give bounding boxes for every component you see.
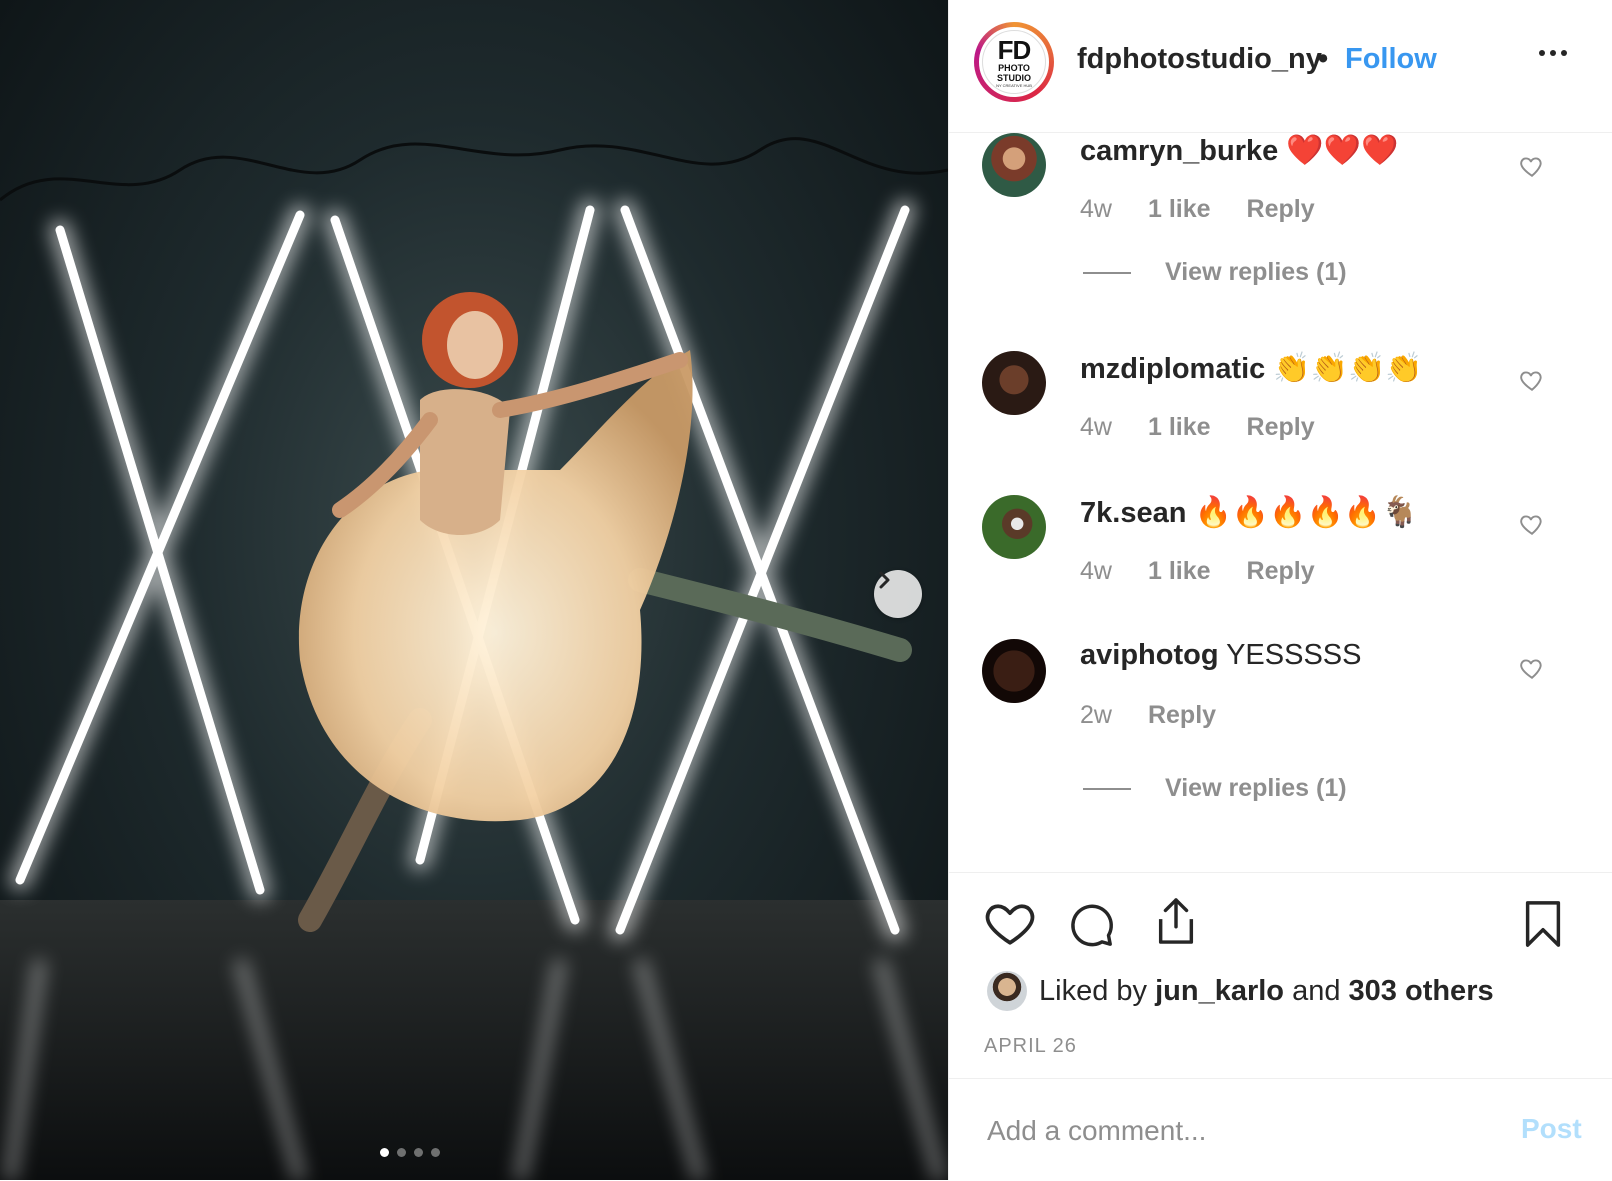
view-replies-button[interactable]: View replies (1) bbox=[1083, 258, 1347, 287]
post-side-panel: FD PHOTO STUDIO NY CREATIVE HUB fdphotos… bbox=[948, 0, 1612, 1180]
share-icon[interactable] bbox=[1153, 895, 1199, 947]
comment-username[interactable]: 7k.sean bbox=[1080, 497, 1186, 529]
heart-icon[interactable] bbox=[985, 901, 1035, 947]
post-date[interactable]: APRIL 26 bbox=[984, 1035, 1077, 1058]
dancer-photo-illustration bbox=[0, 137, 948, 1180]
replies-line bbox=[1083, 271, 1131, 274]
chevron-right-icon bbox=[879, 571, 890, 589]
comment-icon[interactable] bbox=[1069, 901, 1115, 949]
comment-time: 2w bbox=[1080, 701, 1112, 729]
reply-button[interactable]: Reply bbox=[1247, 195, 1315, 224]
comment-meta: 4w 1 like Reply bbox=[1080, 413, 1315, 442]
post-photo[interactable] bbox=[0, 0, 948, 1180]
carousel-dot bbox=[397, 1148, 406, 1157]
comment-meta: 2w Reply bbox=[1080, 701, 1216, 730]
view-replies-label: View replies (1) bbox=[1165, 774, 1347, 802]
carousel-dot bbox=[431, 1148, 440, 1157]
comments-list[interactable]: camryn_burke ❤️❤️❤️ 4w 1 like Reply View… bbox=[949, 133, 1612, 871]
heart-icon[interactable] bbox=[1519, 367, 1545, 393]
carousel-dot bbox=[380, 1148, 389, 1157]
reply-button[interactable]: Reply bbox=[1148, 701, 1216, 730]
heart-icon[interactable] bbox=[1519, 655, 1545, 681]
comment-likes[interactable]: 1 like bbox=[1148, 413, 1211, 442]
likes-summary: Liked by jun_karlo and 303 others bbox=[987, 971, 1494, 1011]
avatar-ring: FD PHOTO STUDIO NY CREATIVE HUB bbox=[979, 27, 1049, 97]
comment-body: YESSSSS bbox=[1226, 639, 1362, 671]
post-actions: Liked by jun_karlo and 303 others APRIL … bbox=[949, 872, 1612, 1083]
comment-username[interactable]: camryn_burke bbox=[1080, 135, 1278, 167]
carousel-dot bbox=[414, 1148, 423, 1157]
bookmark-icon[interactable] bbox=[1523, 899, 1563, 949]
comment-likes[interactable]: 1 like bbox=[1148, 557, 1211, 586]
commenter-avatar[interactable] bbox=[982, 133, 1046, 197]
comment-likes[interactable]: 1 like bbox=[1148, 195, 1211, 224]
add-comment-bar: Post bbox=[949, 1078, 1612, 1181]
account-username[interactable]: fdphotostudio_ny bbox=[1077, 43, 1322, 76]
heart-icon[interactable] bbox=[1519, 153, 1545, 179]
commenter-avatar[interactable] bbox=[982, 639, 1046, 703]
comment-emoji: 👏👏👏👏 bbox=[1273, 352, 1423, 385]
account-avatar[interactable]: FD PHOTO STUDIO NY CREATIVE HUB bbox=[974, 22, 1054, 102]
more-options-button[interactable] bbox=[1539, 50, 1567, 56]
commenter-avatar[interactable] bbox=[982, 351, 1046, 415]
carousel-dots bbox=[380, 1148, 440, 1157]
post-header: FD PHOTO STUDIO NY CREATIVE HUB fdphotos… bbox=[949, 0, 1612, 133]
header-separator: • bbox=[1318, 43, 1329, 75]
comment-username[interactable]: mzdiplomatic bbox=[1080, 353, 1265, 385]
comment-text: camryn_burke ❤️❤️❤️ bbox=[1080, 133, 1398, 168]
likes-others[interactable]: 303 others bbox=[1349, 975, 1494, 1008]
logo-line2: STUDIO bbox=[996, 72, 1031, 83]
view-replies-label: View replies (1) bbox=[1165, 258, 1347, 286]
comment-time: 4w bbox=[1080, 195, 1112, 223]
commenter-avatar[interactable] bbox=[982, 495, 1046, 559]
heart-icon[interactable] bbox=[1519, 511, 1545, 537]
reply-button[interactable]: Reply bbox=[1247, 557, 1315, 586]
comment-input[interactable] bbox=[987, 1109, 1487, 1153]
replies-line bbox=[1083, 787, 1131, 790]
comment-emoji: ❤️❤️❤️ bbox=[1286, 134, 1399, 167]
comment-text: 7k.sean 🔥🔥🔥🔥🔥🐐 bbox=[1080, 495, 1419, 530]
more-icon bbox=[1539, 50, 1545, 56]
reply-button[interactable]: Reply bbox=[1247, 413, 1315, 442]
next-photo-button[interactable] bbox=[874, 570, 922, 618]
liked-by-and: and bbox=[1292, 974, 1341, 1007]
logo-tagline: NY CREATIVE HUB bbox=[996, 82, 1032, 88]
comment-meta: 4w 1 like Reply bbox=[1080, 557, 1315, 586]
comment-emoji: 🔥🔥🔥🔥🔥🐐 bbox=[1194, 496, 1419, 529]
liked-by-prefix: Liked by bbox=[1039, 974, 1148, 1007]
comment-meta: 4w 1 like Reply bbox=[1080, 195, 1315, 224]
liker-username[interactable]: jun_karlo bbox=[1155, 975, 1284, 1008]
post-comment-button[interactable]: Post bbox=[1521, 1113, 1582, 1145]
follow-button[interactable]: Follow bbox=[1345, 43, 1437, 76]
more-icon-dot bbox=[1561, 50, 1567, 56]
view-replies-button[interactable]: View replies (1) bbox=[1083, 774, 1347, 803]
liker-avatar[interactable] bbox=[987, 971, 1027, 1011]
studio-logo: FD PHOTO STUDIO NY CREATIVE HUB bbox=[982, 30, 1046, 94]
comment-text: aviphotog YESSSSS bbox=[1080, 639, 1362, 672]
more-icon-dot bbox=[1550, 50, 1556, 56]
comment-text: mzdiplomatic 👏👏👏👏 bbox=[1080, 351, 1423, 386]
comment-time: 4w bbox=[1080, 557, 1112, 585]
comment-username[interactable]: aviphotog bbox=[1080, 639, 1219, 671]
logo-line1: PHOTO bbox=[998, 62, 1030, 73]
comment-time: 4w bbox=[1080, 413, 1112, 441]
logo-main: FD bbox=[997, 34, 1032, 65]
